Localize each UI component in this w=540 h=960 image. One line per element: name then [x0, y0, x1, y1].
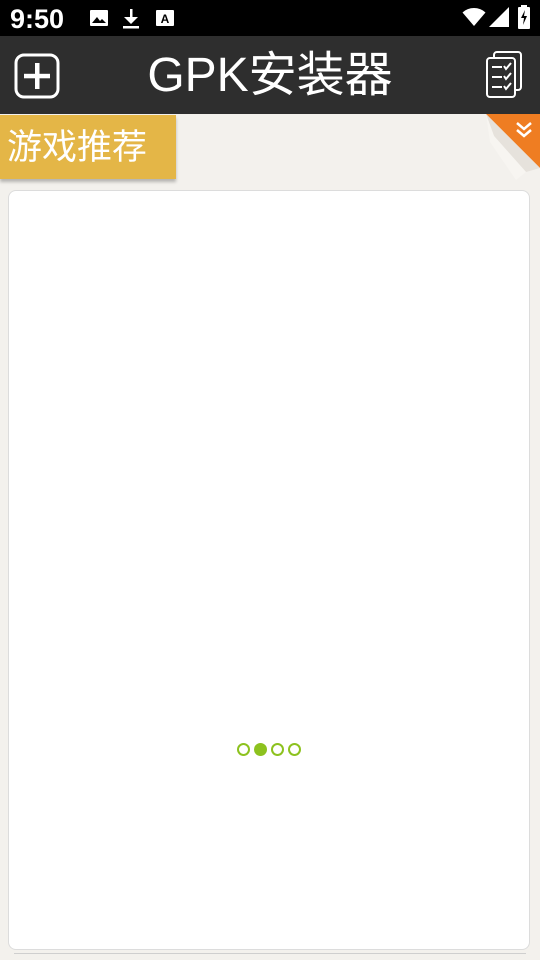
svg-text:A: A	[161, 12, 170, 26]
status-time: 9:50	[10, 4, 65, 34]
section-tab: 游戏推荐	[0, 115, 176, 179]
loading-dot-active	[254, 743, 267, 756]
status-bar: 9:50 A	[0, 0, 540, 36]
loading-dot	[288, 743, 301, 756]
download-icon	[121, 8, 141, 34]
loading-dot	[271, 743, 284, 756]
wifi-icon	[462, 7, 486, 31]
battery-icon	[517, 5, 531, 33]
text-a-icon: A	[155, 8, 175, 32]
checklist-icon	[486, 51, 522, 98]
loading-dot	[237, 743, 250, 756]
expand-corner-button[interactable]	[486, 114, 540, 180]
card-divider	[14, 953, 526, 958]
task-list-button[interactable]	[484, 50, 524, 100]
loading-indicator	[237, 743, 301, 757]
signal-icon	[488, 6, 510, 32]
section-tab-label: 游戏推荐	[7, 128, 148, 168]
content-card	[8, 190, 530, 950]
image-icon	[89, 8, 109, 32]
app-title: GPK安装器	[147, 49, 393, 102]
app-bar: GPK安装器	[0, 36, 540, 114]
